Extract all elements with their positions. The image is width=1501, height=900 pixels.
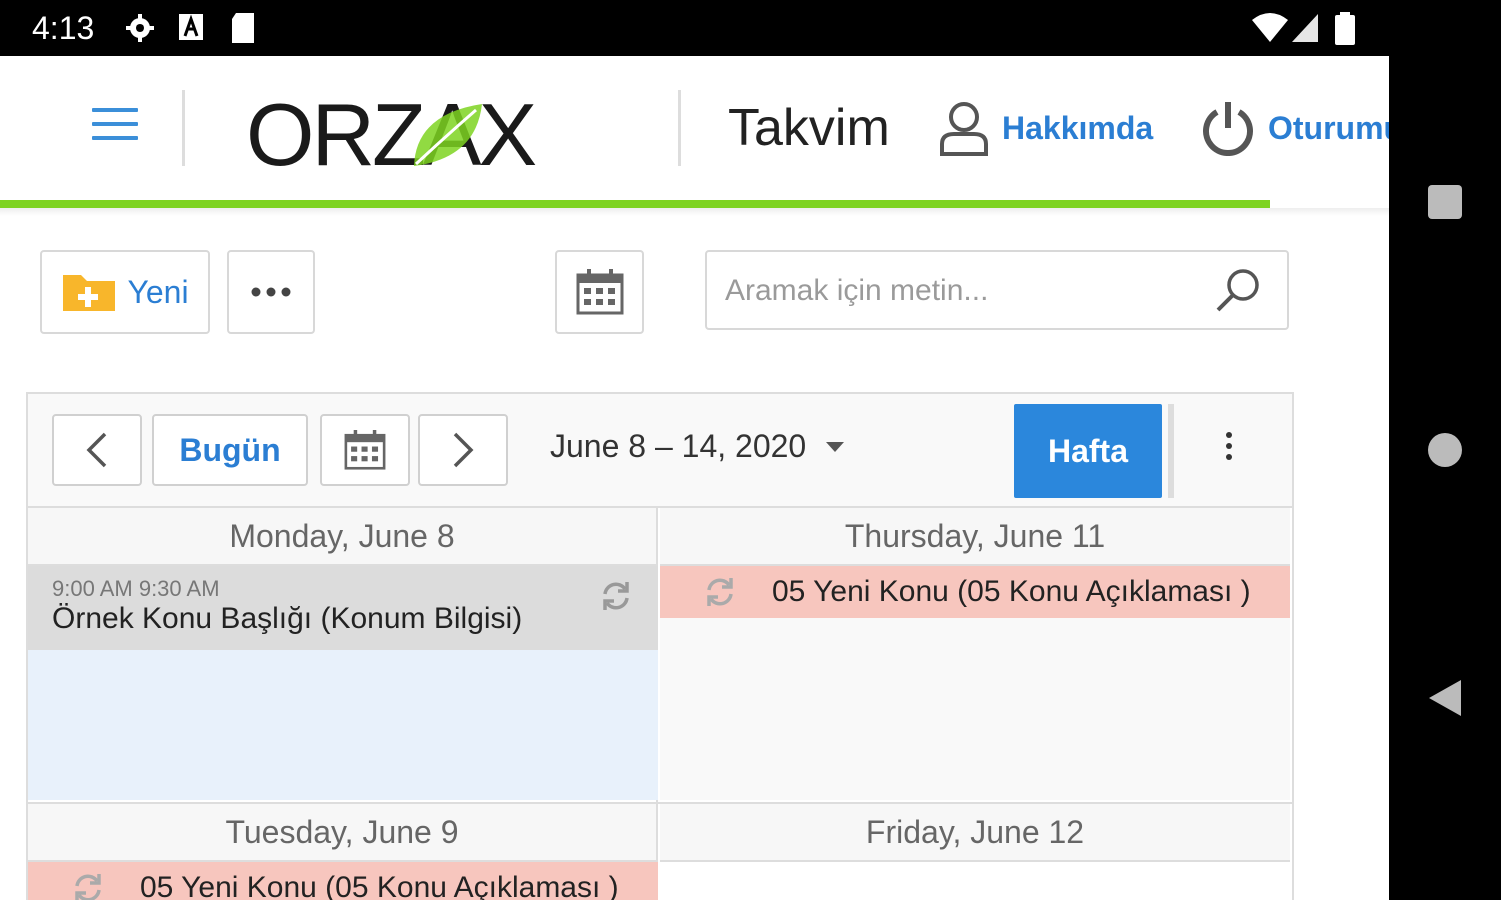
about-link[interactable]: Hakkımda (938, 96, 1153, 160)
previous-period-button[interactable] (52, 414, 142, 486)
leaf-logo-icon (414, 104, 482, 166)
recurrence-icon (603, 582, 629, 610)
header-divider (182, 90, 185, 166)
day-tuesday: Tuesday, June 9 05 Yeni Konu (05 Konu Aç… (28, 804, 658, 900)
header-divider (678, 90, 681, 166)
scheduler-toolbar: Bugün June 8 – 14, 2020 Hafta (28, 394, 1292, 508)
app-header: ORZAX Takvim Hakkımda Oturumu (0, 56, 1389, 208)
view-options-icon[interactable] (1226, 432, 1234, 465)
appointment-time: 9:00 AM 9:30 AM (52, 576, 220, 601)
calendar-picker-button[interactable] (555, 250, 644, 334)
chevron-left-icon (86, 432, 107, 468)
new-folder-icon (63, 275, 116, 311)
today-button[interactable]: Bugün (152, 414, 308, 486)
day-header: Friday, June 12 (660, 804, 1290, 862)
day-header: Tuesday, June 9 (28, 804, 656, 862)
date-range-selector[interactable]: June 8 – 14, 2020 (550, 428, 845, 465)
day-thursday: Thursday, June 11 05 Yeni Konu (05 Konu … (660, 508, 1290, 802)
day-monday: Monday, June 8 9:00 AM 9:30 AM Örnek Kon… (28, 508, 658, 802)
week-view-button[interactable]: Hafta (1014, 404, 1162, 498)
appointment[interactable]: 05 Yeni Konu (05 Konu Açıklaması ) (28, 862, 658, 900)
appointment-subject: 05 Yeni Konu (05 Konu Açıklaması ) (772, 575, 1251, 608)
scheduler-calendar-button[interactable] (320, 414, 410, 486)
view-switcher-divider (1168, 404, 1174, 498)
header-shadow (0, 208, 1389, 216)
day-friday: Friday, June 12 (660, 804, 1290, 900)
home-button[interactable] (1427, 432, 1463, 468)
user-icon (940, 102, 988, 156)
selected-time-slot[interactable] (28, 650, 658, 800)
settings-icon (126, 14, 154, 42)
page-title: Takvim (728, 99, 890, 157)
sd-card-icon (232, 13, 254, 43)
search-input[interactable] (723, 270, 1207, 312)
calendar-icon (344, 430, 386, 470)
recurrence-icon (75, 874, 101, 900)
logout-link[interactable]: Oturumu (1200, 96, 1389, 160)
caret-down-icon (826, 441, 845, 452)
recurrence-icon (707, 578, 733, 606)
ellipsis-icon (251, 287, 291, 297)
header-accent-line (0, 200, 1270, 208)
search-box (705, 250, 1289, 330)
more-options-button[interactable] (227, 250, 315, 334)
keyboard-a-icon (179, 14, 203, 40)
appointment[interactable]: 9:00 AM 9:30 AM Örnek Konu Başlığı (Konu… (28, 566, 658, 650)
about-label: Hakkımda (1002, 109, 1154, 146)
chevron-right-icon (453, 432, 474, 468)
scheduler: Bugün June 8 – 14, 2020 Hafta Monday, Ju… (26, 392, 1294, 900)
day-header: Monday, June 8 (28, 508, 656, 566)
back-button[interactable] (1427, 678, 1463, 718)
new-button[interactable]: Yeni (40, 250, 210, 334)
signal-icon (1292, 14, 1318, 42)
logout-label: Oturumu (1268, 109, 1389, 146)
day-body[interactable] (660, 618, 1290, 800)
appointment-subject: 05 Yeni Konu (05 Konu Açıklaması ) (140, 871, 619, 900)
menu-icon[interactable] (92, 108, 138, 146)
status-bar: 4:13 (0, 0, 1501, 56)
appointment[interactable]: 05 Yeni Konu (05 Konu Açıklaması ) (660, 566, 1290, 618)
recents-button[interactable] (1427, 184, 1463, 220)
status-time: 4:13 (32, 10, 95, 46)
power-icon (1203, 102, 1253, 156)
search-icon[interactable] (1213, 266, 1263, 316)
logo: ORZAX (246, 85, 537, 184)
system-nav-bar (1389, 56, 1501, 900)
next-period-button[interactable] (418, 414, 508, 486)
new-button-label: Yeni (127, 273, 189, 310)
date-range-label: June 8 – 14, 2020 (550, 428, 807, 464)
app-window: ORZAX Takvim Hakkımda Oturumu (0, 56, 1389, 900)
calendar-icon (576, 269, 623, 315)
day-header: Thursday, June 11 (660, 508, 1290, 566)
wifi-icon (1252, 13, 1288, 42)
battery-icon (1335, 12, 1355, 45)
appointment-subject: Örnek Konu Başlığı (Konum Bilgisi) (52, 602, 523, 635)
